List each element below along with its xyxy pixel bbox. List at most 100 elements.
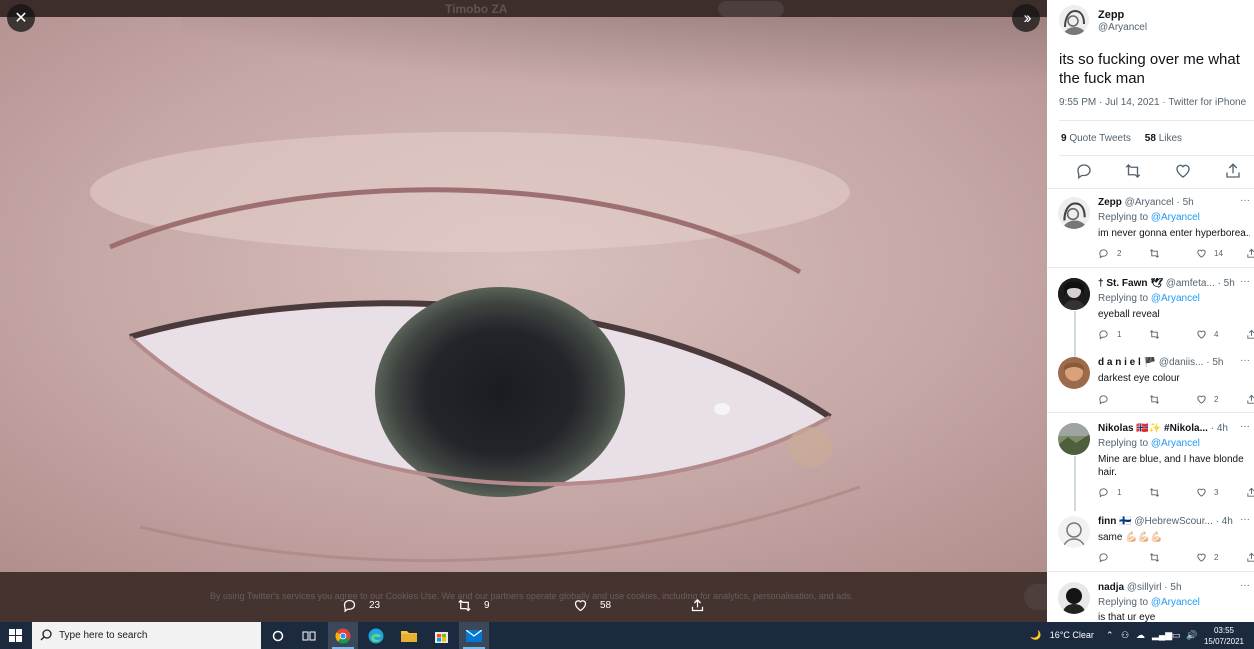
photo-like-count: 58 [600,600,612,611]
reply-author-name[interactable]: † St. Fawn 🕊 [1098,278,1163,289]
reply-time[interactable]: · 4h [1211,423,1228,434]
chevron-up-icon[interactable]: ⌃ [1106,630,1114,641]
reply-icon[interactable] [1075,162,1093,180]
photo-retweet-button[interactable]: 9 [457,598,490,613]
start-button[interactable] [9,629,22,647]
store-bag-icon [434,632,448,643]
reply-icon[interactable] [1098,552,1109,563]
reply-author-name[interactable]: Zepp [1098,197,1122,208]
reply-time[interactable]: · 5h [1218,278,1235,289]
avatar-sketch-icon [1059,5,1089,35]
share-icon[interactable] [1246,248,1254,259]
taskbar-file-explorer[interactable] [394,622,424,649]
taskbar-mail[interactable] [459,622,489,649]
share-icon[interactable] [1246,394,1254,405]
heart-icon[interactable] [1196,552,1207,563]
avatar[interactable] [1058,582,1090,614]
tweet-photo [0,17,1047,572]
reply-time[interactable]: · 5h [1177,197,1194,208]
reply-icon [343,599,356,613]
more-options-icon[interactable]: ··· [1240,514,1250,525]
author-name[interactable]: Zepp [1098,9,1124,21]
taskbar-edge[interactable] [361,622,391,649]
reply-header: † St. Fawn 🕊 @amfeta... · 5h [1098,278,1254,289]
avatar[interactable] [1058,278,1090,310]
replying-to-link[interactable]: @Aryancel [1151,438,1200,449]
retweet-icon[interactable] [1149,248,1160,259]
taskbar-store[interactable] [426,622,456,649]
reply-author-name[interactable]: finn 🇫🇮 [1098,516,1132,527]
share-icon[interactable] [1246,329,1254,340]
reply-icon[interactable] [1098,487,1109,498]
cloud-icon[interactable]: ☁ [1136,630,1145,641]
retweet-icon[interactable] [1149,329,1160,340]
task-view-button[interactable] [294,622,324,649]
avatar-dark-figure-icon [1058,582,1090,614]
avatar[interactable] [1059,5,1089,35]
tweet-timestamp[interactable]: 9:55 PM · Jul 14, 2021 · Twitter for iPh… [1059,97,1246,108]
author-handle[interactable]: @Aryancel [1098,22,1147,33]
reply-count: 1 [1117,330,1122,339]
more-options-icon[interactable]: ··· [1240,580,1250,591]
reply-author-handle[interactable]: @daniis... [1159,357,1204,368]
replying-to: Replying to @Aryancel [1098,438,1200,449]
retweet-icon[interactable] [1124,162,1142,180]
reply-author-handle[interactable]: @Aryancel [1125,197,1174,208]
heart-icon[interactable] [1196,487,1207,498]
share-icon[interactable] [1246,487,1254,498]
heart-icon[interactable] [1196,394,1207,405]
photo-reply-button[interactable]: 23 [342,598,380,613]
photo-like-button[interactable]: 58 [573,598,611,613]
photo-share-button[interactable] [690,598,717,613]
cortana-button[interactable] [263,622,293,649]
more-options-icon[interactable]: ··· [1240,355,1250,366]
share-icon[interactable] [1246,552,1254,563]
people-icon[interactable]: ⚇ [1121,630,1129,641]
network-icon[interactable]: ▂▄▆ [1152,630,1172,641]
likes-link[interactable]: 58 Likes [1145,133,1182,144]
reply-author-name[interactable]: nadja [1098,582,1124,593]
reply-icon[interactable] [1098,329,1109,340]
more-options-icon[interactable]: ··· [1240,276,1250,287]
more-options-icon[interactable]: ··· [1240,195,1250,206]
reply-text: Mine are blue, and I have blonde hair. [1098,454,1244,478]
heart-icon[interactable] [1174,162,1192,180]
avatar[interactable] [1058,423,1090,455]
system-clock[interactable]: 03:55 15/07/2021 [1202,625,1246,647]
taskbar-chrome[interactable] [328,622,358,649]
volume-icon[interactable]: 🔊 [1186,630,1197,641]
reply-icon[interactable] [1098,394,1109,405]
reply-time[interactable]: · 5h [1206,357,1223,368]
reply-author-name[interactable]: d a n i e l 🏴 [1098,357,1156,368]
background-follow-button [718,1,784,17]
more-options-icon[interactable]: ··· [1240,421,1250,432]
replying-to-link[interactable]: @Aryancel [1151,293,1200,304]
battery-icon[interactable]: ▭ [1172,630,1181,641]
retweet-icon[interactable] [1149,487,1160,498]
toggle-side-panel-button[interactable]: ›› [1012,4,1040,32]
taskbar-search-input[interactable]: Type here to search [32,622,261,649]
avatar[interactable] [1058,197,1090,229]
reply-time[interactable]: · 5h [1164,582,1181,593]
reply-author-handle[interactable]: @HebrewScour... [1134,516,1213,527]
avatar[interactable] [1058,516,1090,548]
share-icon[interactable] [1224,162,1242,180]
heart-icon[interactable] [1196,248,1207,259]
heart-icon[interactable] [1196,329,1207,340]
reply-author-handle[interactable]: @amfeta... [1166,278,1215,289]
weather-widget[interactable]: 🌙 16°C Clear [1030,630,1094,641]
retweet-icon[interactable] [1149,552,1160,563]
replying-to: Replying to @Aryancel [1098,597,1200,608]
reply-author-handle[interactable]: @sillyirl [1127,582,1162,593]
reply-author-name[interactable]: Nikolas 🇳🇴✨ #Nikola... [1098,423,1208,434]
replying-to-link[interactable]: @Aryancel [1151,597,1200,608]
close-icon: ✕ [14,10,28,27]
windows-logo-icon [9,629,22,642]
reply-time[interactable]: · 4h [1216,516,1233,527]
reply-icon[interactable] [1098,248,1109,259]
close-viewer-button[interactable]: ✕ [7,4,35,32]
quote-tweets-link[interactable]: 9 Quote Tweets [1061,133,1131,144]
replying-to-link[interactable]: @Aryancel [1151,212,1200,223]
retweet-icon[interactable] [1149,394,1160,405]
avatar[interactable] [1058,357,1090,389]
